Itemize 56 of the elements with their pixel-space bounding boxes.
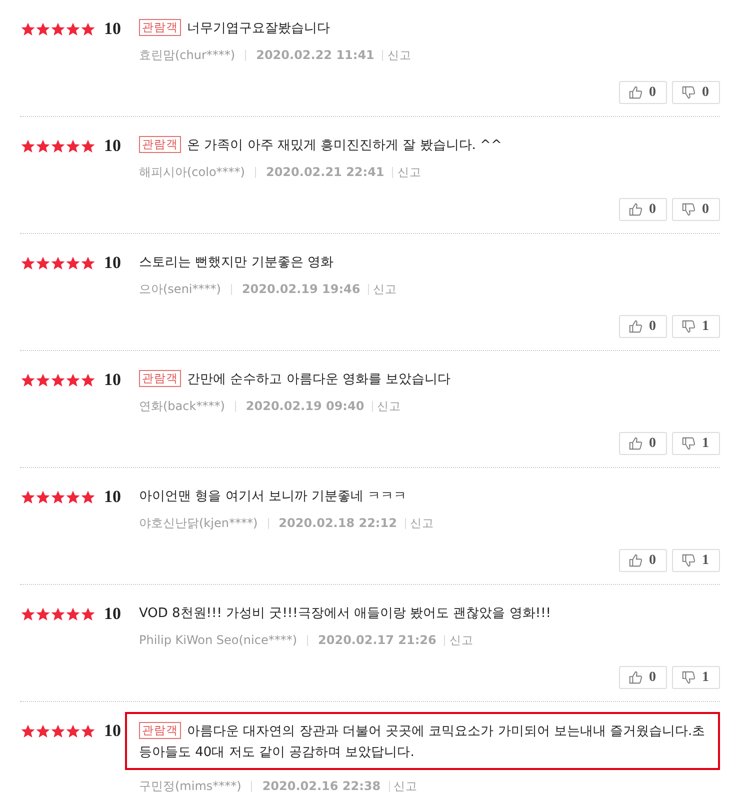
score: 10: [104, 604, 121, 624]
viewer-badge: 관람객: [139, 19, 181, 36]
author-name: 효린맘(chur****): [139, 46, 236, 64]
dislike-button[interactable]: 1: [672, 432, 720, 455]
viewer-badge: 관람객: [139, 136, 181, 153]
score: 10: [104, 487, 121, 507]
dislike-button[interactable]: 1: [672, 549, 720, 572]
score: 10: [104, 19, 121, 39]
thumbs-up-icon: [628, 553, 643, 568]
author-name: 야호신난닭(kjen****): [139, 514, 258, 532]
thumbs-down-icon: [681, 436, 696, 451]
score: 10: [104, 136, 121, 156]
like-button[interactable]: 0: [619, 81, 667, 104]
score: 10: [104, 370, 121, 390]
dislike-button[interactable]: 1: [672, 315, 720, 338]
thumbs-down-icon: [681, 202, 696, 217]
like-button[interactable]: 0: [619, 549, 667, 572]
thumbs-up-icon: [628, 436, 643, 451]
dislike-button[interactable]: 0: [672, 198, 720, 221]
review-date: 2020.02.16 22:38: [262, 779, 381, 793]
review-text: 관람객 간만에 순수하고 아름다운 영화를 보았습니다: [139, 369, 720, 390]
review-date: 2020.02.22 11:41: [256, 48, 374, 62]
thumbs-down-icon: [681, 85, 696, 100]
review-date: 2020.02.19 09:40: [246, 399, 364, 413]
thumbs-up-icon: [628, 319, 643, 334]
thumbs-down-icon: [681, 553, 696, 568]
viewer-badge: 관람객: [139, 370, 181, 387]
review-text: 스토리는 뻔했지만 기분좋은 영화: [139, 254, 334, 272]
review-date: 2020.02.19 19:46: [242, 282, 360, 296]
review-text: 관람객 아름다운 대자연의 장관과 더불어 곳곳에 코믹요소가 가미되어 보는내내 즐거웠습니다.초등아들도 40대 저도 같이 공감하며 보았답니다.: [139, 721, 706, 762]
like-button[interactable]: 0: [619, 432, 667, 455]
review-text: 관람객 너무기엽구요잘봤습니다: [139, 18, 720, 39]
author-name: 구민정(mims****): [139, 778, 242, 794]
review-date: 2020.02.21 22:41: [266, 165, 384, 179]
author-name: Philip KiWon Seo(nice****): [139, 633, 298, 647]
review-text: VOD 8천원!!! 가성비 굿!!!극장에서 애들이랑 봤어도 괜찮았을 영화!!!: [139, 605, 552, 623]
thumbs-up-icon: [628, 85, 643, 100]
review-date: 2020.02.18 22:12: [278, 516, 397, 530]
like-button[interactable]: 0: [619, 666, 667, 689]
review-date: 2020.02.17 21:26: [318, 633, 436, 647]
review-text: 아이언맨 형을 여기서 보니까 기분좋네 ㅋㅋㅋ: [139, 488, 408, 506]
thumbs-down-icon: [681, 670, 696, 685]
thumbs-up-icon: [628, 202, 643, 217]
like-button[interactable]: 0: [619, 198, 667, 221]
thumbs-up-icon: [628, 670, 643, 685]
review-text: 관람객 온 가족이 아주 재밌게 흥미진진하게 잘 봤습니다. ^^: [139, 135, 720, 156]
dislike-button[interactable]: 0: [672, 81, 720, 104]
like-button[interactable]: 0: [619, 315, 667, 338]
author-name: 연화(back****): [139, 398, 225, 414]
author-name: 해피시아(colo****): [139, 164, 245, 180]
author-name: 으아(seni****): [139, 280, 221, 298]
dislike-button[interactable]: 1: [672, 666, 720, 689]
thumbs-down-icon: [681, 319, 696, 334]
viewer-badge: 관람객: [139, 722, 181, 739]
score: 10: [104, 253, 121, 273]
score: 10: [104, 721, 121, 741]
